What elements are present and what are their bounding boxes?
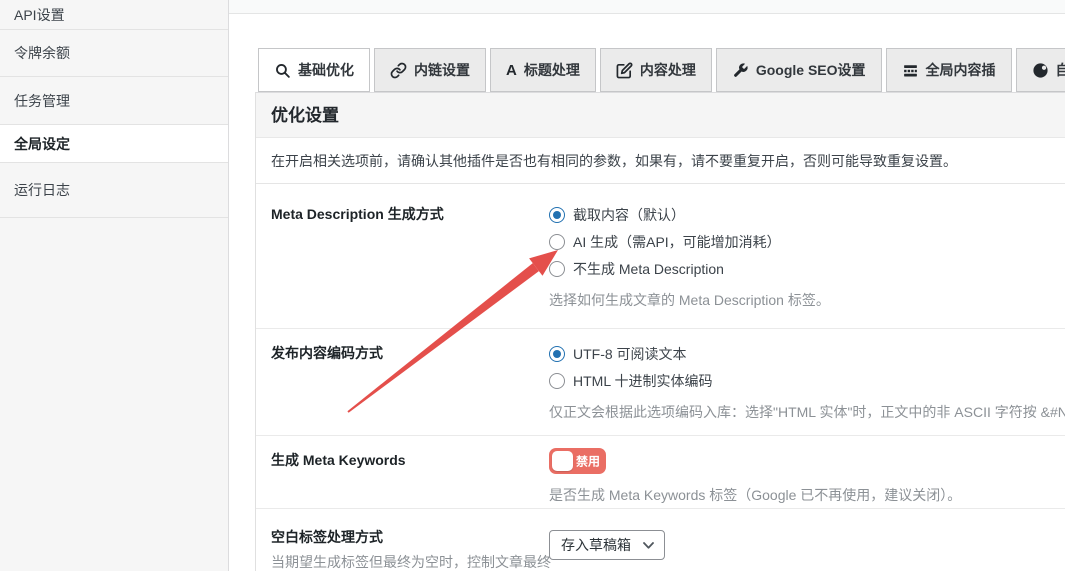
tab-title-processing[interactable]: A 标题处理 [490, 48, 596, 92]
radio-option-no-meta-description[interactable]: 不生成 Meta Description [549, 255, 1065, 282]
setting-control: 存入草稿箱 [549, 509, 1065, 571]
radio-option-truncate-content[interactable]: 截取内容（默认） [549, 201, 1065, 228]
wrench-icon [732, 62, 749, 79]
list-icon [902, 62, 919, 79]
radio-button-checked[interactable] [549, 346, 565, 362]
settings-page: API设置 令牌余额 任务管理 全局设定 运行日志 基础优化 内链设置 [0, 0, 1065, 571]
tab-label: 标题处理 [524, 60, 580, 80]
setting-label: 发布内容编码方式 [256, 329, 549, 435]
letter-a-icon: A [506, 62, 517, 79]
setting-help-text: 是否生成 Meta Keywords 标签（Google 已不再使用，建议关闭）… [549, 485, 1065, 505]
setting-help-text: 选择如何生成文章的 Meta Description 标签。 [549, 290, 1065, 310]
setting-help-text: 仅正文会根据此选项编码入库：选择"HTML 实体"时，正文中的非 ASCII 字… [549, 402, 1065, 422]
toggle-state-label: 禁用 [576, 453, 600, 470]
panel-notice: 在开启相关选项前，请确认其他插件是否也有相同的参数，如果有，请不要重复开启，否则… [256, 138, 1065, 184]
radio-button[interactable] [549, 373, 565, 389]
sidebar-item-run-log[interactable]: 运行日志 [0, 163, 228, 218]
setting-label: 空白标签处理方式 当期望生成标签但最终为空时，控制文章最终 [256, 509, 549, 571]
select-value: 存入草稿箱 [561, 535, 631, 555]
setting-sublabel: 当期望生成标签但最终为空时，控制文章最终 [271, 552, 539, 571]
meta-keywords-toggle-off[interactable]: 禁用 [549, 448, 606, 474]
setting-control: 禁用 是否生成 Meta Keywords 标签（Google 已不再使用，建议… [549, 436, 1065, 508]
tab-label: 全局内容插 [926, 60, 996, 80]
setting-control: UTF-8 可阅读文本 HTML 十进制实体编码 仅正文会根据此选项编码入库：选… [549, 329, 1065, 435]
toggle-knob [552, 451, 573, 471]
setting-label: 生成 Meta Keywords [256, 436, 549, 508]
tab-custom[interactable]: 自定 [1016, 48, 1065, 92]
radio-label: AI 生成（需API，可能增加消耗） [573, 232, 781, 252]
radio-button[interactable] [549, 261, 565, 277]
setting-row-content-encoding: 发布内容编码方式 UTF-8 可阅读文本 HTML 十进制实体编码 仅正文会根据… [256, 329, 1065, 436]
panel-title: 优化设置 [256, 93, 1065, 138]
chevron-down-icon [643, 542, 654, 549]
tab-global-content-insert[interactable]: 全局内容插 [886, 48, 1012, 92]
setting-label: Meta Description 生成方式 [256, 184, 549, 328]
radio-option-ai-generate[interactable]: AI 生成（需API，可能增加消耗） [549, 228, 1065, 255]
blank-tag-select[interactable]: 存入草稿箱 [549, 530, 665, 560]
top-divider-strip [229, 0, 1065, 14]
sidebar-item-global-settings[interactable]: 全局设定 [0, 125, 228, 163]
tab-google-seo-settings[interactable]: Google SEO设置 [716, 48, 882, 92]
tab-label: 内链设置 [414, 60, 470, 80]
tab-label: 内容处理 [640, 60, 696, 80]
sidebar-item-api-settings[interactable]: API设置 [0, 0, 228, 30]
settings-panel: 优化设置 在开启相关选项前，请确认其他插件是否也有相同的参数，如果有，请不要重复… [255, 92, 1065, 571]
tab-label: 基础优化 [298, 60, 354, 80]
sidebar-item-token-balance[interactable]: 令牌余额 [0, 30, 228, 77]
setting-control: 截取内容（默认） AI 生成（需API，可能增加消耗） 不生成 Meta Des… [549, 184, 1065, 328]
radio-label: UTF-8 可阅读文本 [573, 344, 687, 364]
tab-basic-optimization[interactable]: 基础优化 [258, 48, 370, 92]
tab-internal-links[interactable]: 内链设置 [374, 48, 486, 92]
search-icon [274, 62, 291, 79]
radio-button[interactable] [549, 234, 565, 250]
tab-label: Google SEO设置 [756, 60, 866, 80]
radio-label: 截取内容（默认） [573, 205, 685, 225]
setting-row-meta-keywords: 生成 Meta Keywords 禁用 是否生成 Meta Keywords 标… [256, 436, 1065, 509]
palette-icon [1032, 62, 1049, 79]
tab-content-processing[interactable]: 内容处理 [600, 48, 712, 92]
sidebar: API设置 令牌余额 任务管理 全局设定 运行日志 [0, 0, 229, 571]
tab-label: 自定 [1056, 60, 1065, 80]
link-icon [390, 62, 407, 79]
radio-button-checked[interactable] [549, 207, 565, 223]
edit-icon [616, 62, 633, 79]
radio-label: HTML 十进制实体编码 [573, 371, 712, 391]
setting-row-blank-tag-handling: 空白标签处理方式 当期望生成标签但最终为空时，控制文章最终 存入草稿箱 [256, 509, 1065, 571]
radio-label: 不生成 Meta Description [573, 259, 724, 279]
radio-option-utf8[interactable]: UTF-8 可阅读文本 [549, 340, 1065, 367]
radio-option-html-entity[interactable]: HTML 十进制实体编码 [549, 367, 1065, 394]
sidebar-item-task-management[interactable]: 任务管理 [0, 77, 228, 125]
setting-label-text: 空白标签处理方式 [271, 527, 539, 547]
setting-row-meta-description: Meta Description 生成方式 截取内容（默认） AI 生成（需AP… [256, 184, 1065, 329]
tab-bar: 基础优化 内链设置 A 标题处理 内容处理 [258, 48, 1065, 92]
